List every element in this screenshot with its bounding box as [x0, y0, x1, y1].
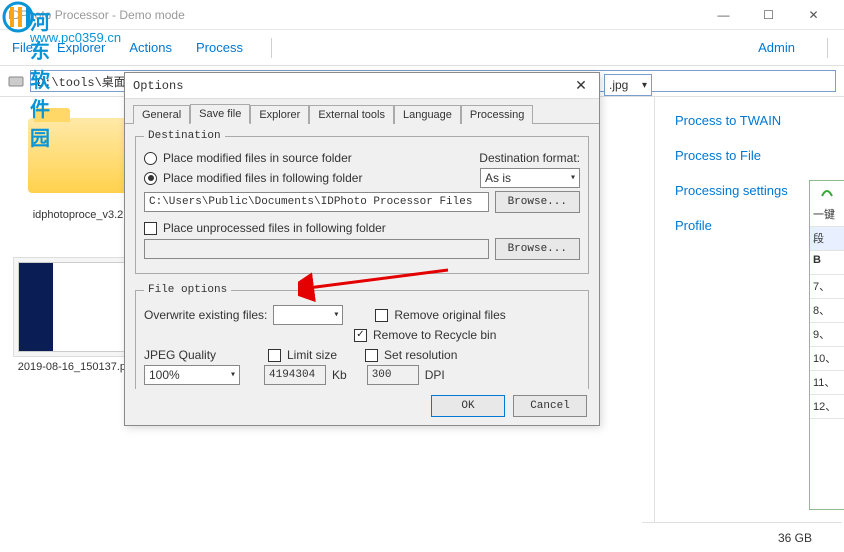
rpanel-item: 10、	[810, 347, 844, 371]
check-limit-size[interactable]	[268, 349, 281, 362]
format-label: Destination format:	[479, 151, 580, 165]
right-panel: 一键 段 B 7、 8、 9、 10、 11、 12、	[809, 180, 844, 510]
file-options-group: File options Overwrite existing files: R…	[135, 284, 589, 389]
jpeg-quality-combo[interactable]: 100%	[144, 365, 240, 385]
unprocessed-path-input	[144, 239, 489, 259]
remove-original-label: Remove original files	[394, 308, 505, 322]
radio-source-label: Place modified files in source folder	[163, 151, 352, 165]
link-profile[interactable]: Profile	[675, 218, 824, 233]
rpanel-item: 8、	[810, 299, 844, 323]
menu-separator	[271, 38, 272, 58]
thumb-caption: 2019-08-16_150137.png	[18, 361, 139, 373]
extension-combo[interactable]: .jpg	[604, 74, 652, 96]
radio-following-label: Place modified files in following folder	[163, 171, 362, 185]
browse-button-2[interactable]: Browse...	[495, 238, 580, 260]
set-resolution-label: Set resolution	[384, 348, 457, 362]
tab-language[interactable]: Language	[394, 105, 461, 124]
options-dialog: Options ✕ General Save file Explorer Ext…	[124, 72, 600, 426]
minimize-button[interactable]: —	[701, 0, 746, 29]
close-button[interactable]: ✕	[791, 0, 836, 29]
radio-source-folder[interactable]	[144, 152, 157, 165]
check-set-resolution[interactable]	[365, 349, 378, 362]
menubar: File Explorer Actions Process Admin	[0, 30, 844, 66]
file-options-legend: File options	[144, 284, 231, 296]
titlebar: IDPhoto Processor - Demo mode — ☐ ✕	[0, 0, 844, 30]
rpanel-item: 9、	[810, 323, 844, 347]
dialog-buttons: OK Cancel	[431, 395, 587, 417]
rpanel-item: 7、	[810, 275, 844, 299]
limit-size-label: Limit size	[287, 348, 337, 362]
menu-actions[interactable]: Actions	[129, 40, 172, 55]
jpeg-label: JPEG Quality	[144, 348, 234, 362]
dialog-title: Options	[133, 79, 571, 93]
destination-group: Destination Place modified files in sour…	[135, 130, 589, 274]
maximize-button[interactable]: ☐	[746, 0, 791, 29]
drive-icon	[8, 73, 24, 89]
tab-external-tools[interactable]: External tools	[309, 105, 394, 124]
link-process-twain[interactable]: Process to TWAIN	[675, 113, 824, 128]
menu-admin[interactable]: Admin	[758, 40, 795, 55]
check-remove-recycle[interactable]	[354, 329, 367, 342]
menu-file[interactable]: File	[12, 40, 33, 55]
menu-explorer[interactable]: Explorer	[57, 40, 105, 55]
tab-save-file[interactable]: Save file	[190, 104, 250, 124]
disk-space: 36 GB	[778, 531, 812, 545]
check-unprocessed[interactable]	[144, 222, 157, 235]
app-title: IDPhoto Processor - Demo mode	[8, 8, 701, 22]
format-combo[interactable]: As is	[480, 168, 580, 188]
limit-size-input	[264, 365, 326, 385]
tab-panel: Destination Place modified files in sour…	[125, 123, 599, 389]
dialog-close-button[interactable]: ✕	[571, 77, 591, 94]
rpanel-item: 12、	[810, 395, 844, 419]
thumb-caption: idphotoproce_v3.2	[33, 209, 124, 221]
dialog-titlebar: Options ✕	[125, 73, 599, 99]
rpanel-item: B	[810, 251, 844, 275]
dpi-label: DPI	[425, 368, 445, 382]
tab-processing[interactable]: Processing	[461, 105, 533, 124]
rpanel-item: 段	[810, 227, 844, 251]
link-process-file[interactable]: Process to File	[675, 148, 824, 163]
remove-recycle-label: Remove to Recycle bin	[373, 328, 496, 342]
statusbar: 36 GB	[642, 522, 842, 552]
destination-legend: Destination	[144, 130, 225, 142]
dpi-input	[367, 365, 419, 385]
browse-button-1[interactable]: Browse...	[495, 191, 580, 213]
check-remove-original[interactable]	[375, 309, 388, 322]
link-processing-settings[interactable]: Processing settings	[675, 183, 824, 198]
rpanel-item: 一键	[810, 203, 844, 227]
rpanel-item: 11、	[810, 371, 844, 395]
check-unprocessed-label: Place unprocessed files in following fol…	[163, 221, 386, 235]
menu-process[interactable]: Process	[196, 40, 243, 55]
dest-path-input[interactable]	[144, 192, 489, 212]
folder-icon	[28, 118, 128, 193]
kb-label: Kb	[332, 368, 347, 382]
ok-button[interactable]: OK	[431, 395, 505, 417]
cancel-button[interactable]: Cancel	[513, 395, 587, 417]
radio-following-folder[interactable]	[144, 172, 157, 185]
overwrite-combo[interactable]	[273, 305, 343, 325]
tab-general[interactable]: General	[133, 105, 190, 124]
dialog-tabs: General Save file Explorer External tool…	[125, 100, 599, 124]
menu-separator	[827, 38, 828, 58]
overwrite-label: Overwrite existing files:	[144, 308, 267, 322]
tab-explorer[interactable]: Explorer	[250, 105, 309, 124]
